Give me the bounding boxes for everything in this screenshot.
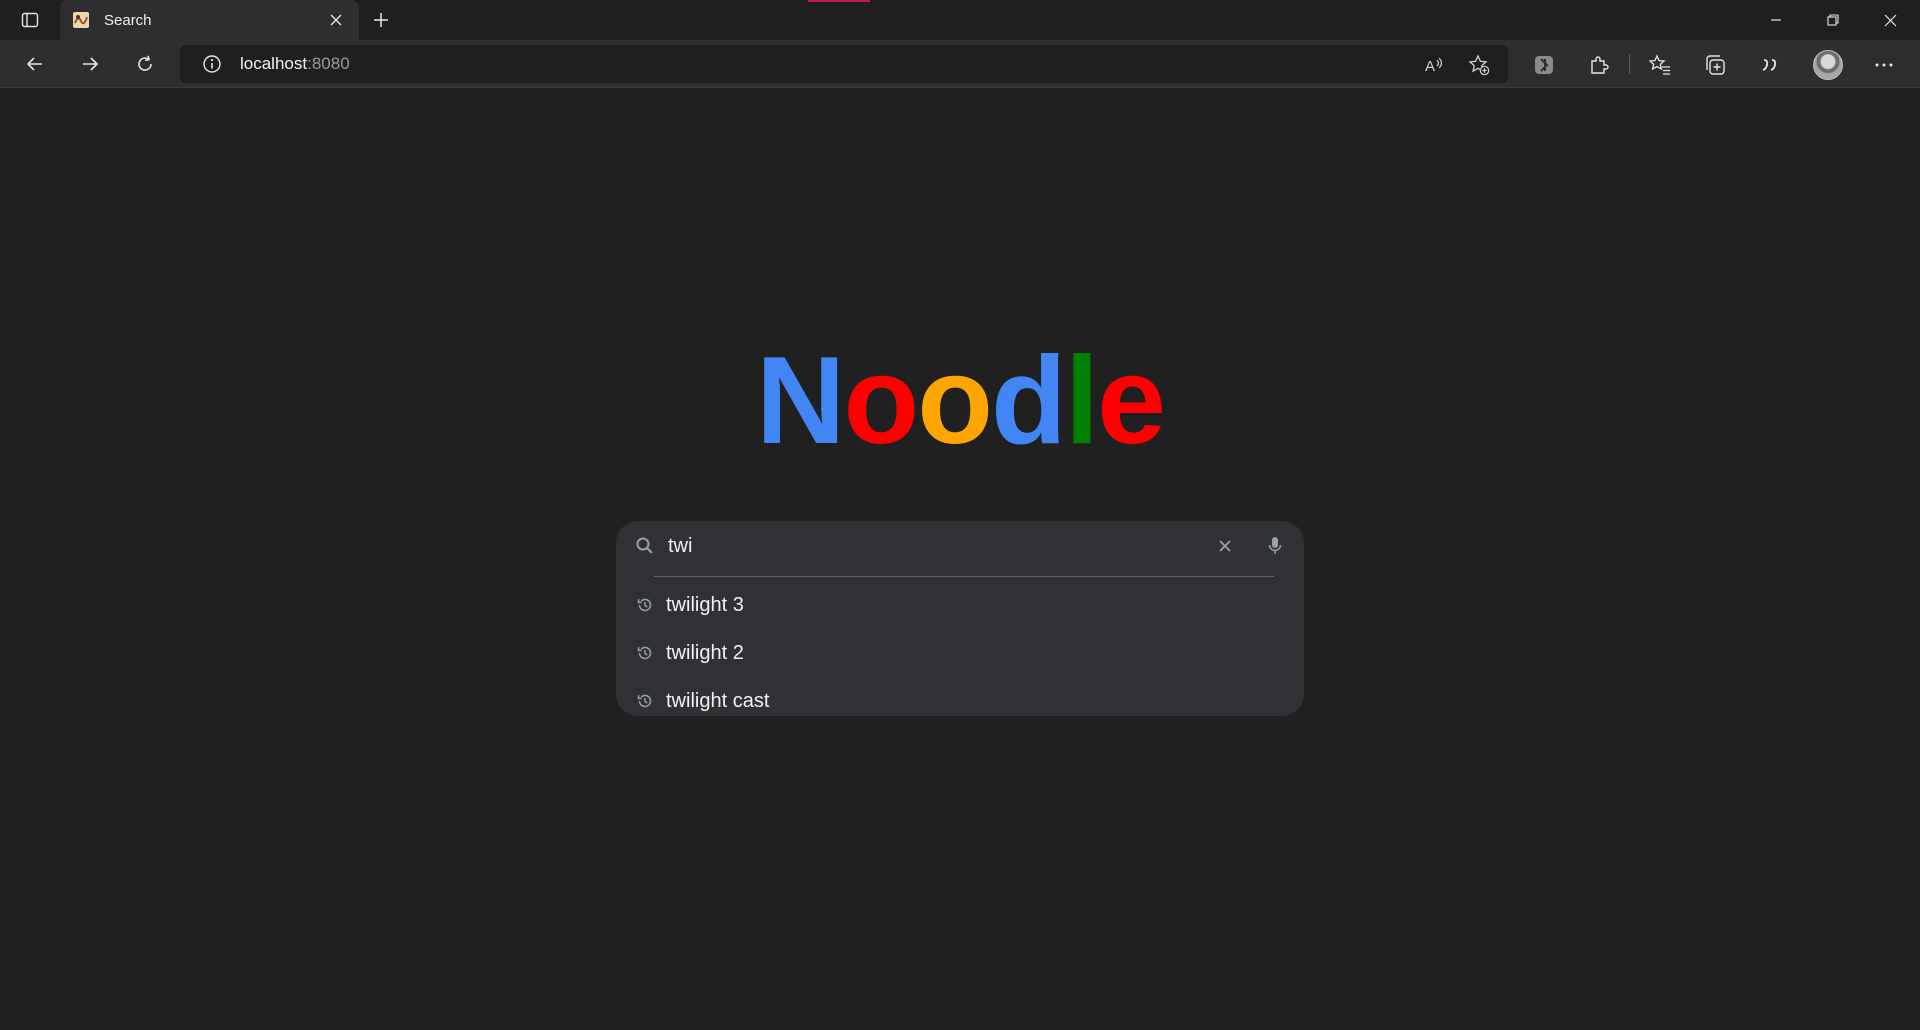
tab-actions-button[interactable] [12, 6, 48, 34]
suggestion-item[interactable]: twilight 3 [616, 581, 1304, 629]
forward-button[interactable] [72, 48, 108, 80]
address-bar[interactable]: localhost:8080 A [180, 45, 1508, 83]
suggestion-text: twilight 2 [666, 641, 744, 664]
logo-letter: N [755, 332, 846, 470]
info-icon[interactable] [202, 54, 222, 74]
favorites-list-icon [1649, 54, 1670, 75]
suggestion-item[interactable]: twilight cast [616, 677, 1304, 725]
noodle-favicon [72, 11, 90, 29]
microphone-icon [1268, 537, 1282, 554]
search-icon [634, 535, 656, 557]
add-favorite-icon [1468, 54, 1490, 76]
logo-letter: d [990, 332, 1067, 470]
favorites-button[interactable] [1647, 52, 1673, 78]
more-options-button[interactable] [1871, 52, 1897, 78]
logo-letter: o [917, 332, 993, 470]
history-icon [634, 642, 656, 664]
more-dots-icon [1875, 63, 1893, 67]
clear-search-button[interactable] [1212, 533, 1238, 559]
suggestion-text: twilight cast [666, 689, 770, 712]
tab-title: Search [104, 11, 152, 29]
close-icon [1884, 14, 1896, 26]
new-tab-button[interactable] [366, 6, 396, 34]
svg-text:A: A [1425, 58, 1435, 75]
refresh-icon [138, 55, 152, 71]
suggestion-list: twilight 3 twilight 2 twilight cast [616, 581, 1304, 725]
plus-icon [374, 13, 388, 27]
extensions-button[interactable] [1586, 52, 1612, 78]
avatar[interactable] [1813, 50, 1843, 80]
quote-icon [1762, 59, 1777, 71]
url-port: :8080 [307, 54, 350, 73]
collections-button[interactable] [1702, 52, 1728, 78]
tab-search[interactable]: Search [60, 0, 359, 40]
read-aloud-button[interactable]: A [1423, 54, 1445, 76]
puzzle-icon [1591, 56, 1609, 74]
extension-badge-button[interactable] [1531, 52, 1557, 78]
minimize-icon [1771, 19, 1781, 21]
close-icon [330, 14, 342, 26]
add-favorite-button[interactable] [1468, 54, 1490, 76]
tab-actions-icon [21, 12, 39, 28]
close-window-button[interactable] [1862, 0, 1918, 40]
history-icon [634, 690, 656, 712]
logo-letter: e [1097, 332, 1166, 470]
url-host: localhost [240, 54, 308, 73]
suggestion-item[interactable]: twilight 2 [616, 629, 1304, 677]
back-arrow-icon [26, 57, 42, 71]
suggestion-text: twilight 3 [666, 593, 744, 616]
extension-badge-icon [1535, 56, 1553, 74]
noodle-logo: Noodle [0, 339, 1920, 463]
quote-button[interactable] [1757, 52, 1783, 78]
forward-arrow-icon [83, 57, 99, 71]
tab-close-button[interactable] [325, 9, 347, 31]
media-indicator [808, 0, 870, 2]
search-divider [654, 576, 1274, 577]
refresh-button[interactable] [127, 48, 163, 80]
minimize-button[interactable] [1748, 0, 1804, 40]
search-box: twilight 3 twilight 2 twilight cast [616, 521, 1304, 716]
restore-button[interactable] [1805, 0, 1861, 40]
logo-letter: l [1064, 332, 1099, 470]
close-icon [1219, 540, 1231, 552]
logo-letter: o [843, 332, 919, 470]
back-button[interactable] [17, 48, 53, 80]
search-input[interactable] [668, 529, 1208, 563]
restore-icon [1827, 14, 1839, 26]
read-aloud-icon: A [1425, 57, 1443, 75]
history-icon [634, 594, 656, 616]
tab-strip: Search [0, 0, 1920, 40]
browser-toolbar: localhost:8080 A [0, 40, 1920, 88]
toolbar-separator [1629, 54, 1630, 74]
collections-icon [1706, 55, 1725, 75]
page-content: Noodle twilight 3 twilight 2 [0, 89, 1920, 1030]
voice-search-button[interactable] [1262, 533, 1288, 559]
